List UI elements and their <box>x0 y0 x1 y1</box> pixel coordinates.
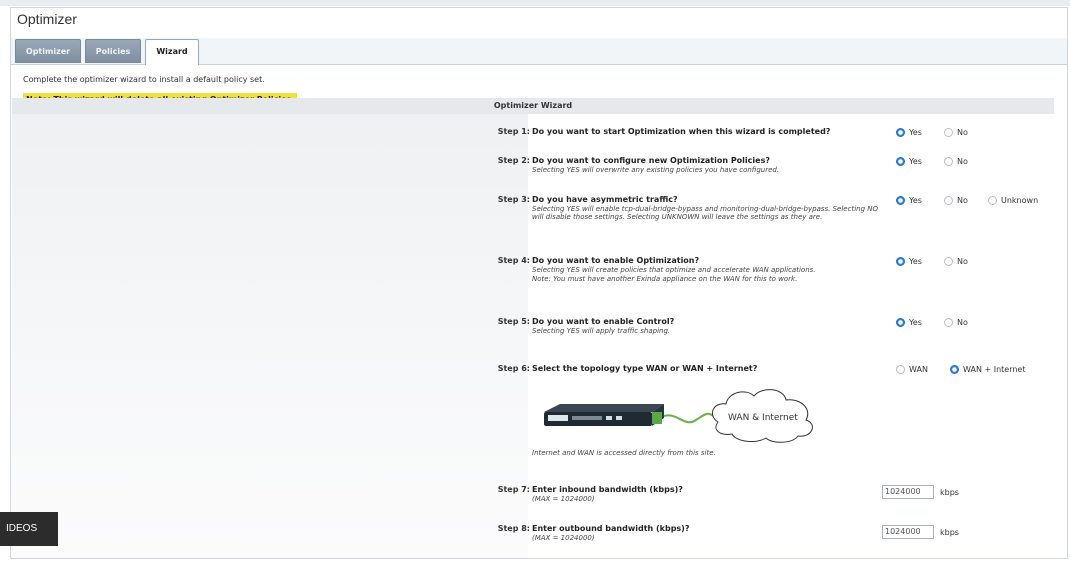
step-3-no-radio[interactable]: No <box>944 196 968 205</box>
radio-selected-icon <box>896 128 905 137</box>
step-3-question: Do you have asymmetric traffic? Selectin… <box>532 195 880 221</box>
step-4-label: Step 4: <box>497 256 530 265</box>
radio-label: Yes <box>909 318 922 327</box>
outbound-bandwidth-input[interactable]: 1024000 <box>882 525 934 539</box>
step-4-no-radio[interactable]: No <box>944 257 968 266</box>
appliance-icon <box>544 404 664 426</box>
step-4-title: Do you want to enable Optimization? <box>532 256 700 265</box>
radio-label: No <box>957 128 968 137</box>
radio-empty-icon <box>944 257 953 266</box>
step-1-label: Step 1: <box>497 127 530 136</box>
link-line <box>663 412 717 424</box>
step-6-wan-radio[interactable]: WAN <box>896 365 928 374</box>
radio-selected-icon <box>896 196 905 205</box>
step-1-title: Do you want to start Optimization when t… <box>532 127 831 136</box>
step-4-note: Note: You must have another Exinda appli… <box>532 275 798 283</box>
step-3-title: Do you have asymmetric traffic? <box>532 195 678 204</box>
step-5-title: Do you want to enable Control? <box>532 317 675 326</box>
step-2-desc: Selecting YES will overwrite any existin… <box>532 166 780 174</box>
step-4-question: Do you want to enable Optimization? Sele… <box>532 256 862 283</box>
radio-empty-icon <box>988 196 997 205</box>
step-5-no-radio[interactable]: No <box>944 318 968 327</box>
step-3-unknown-radio[interactable]: Unknown <box>988 196 1038 205</box>
radio-selected-icon <box>896 157 905 166</box>
radio-empty-icon <box>944 318 953 327</box>
step-7-question: Enter inbound bandwidth (kbps)? (MAX = 1… <box>532 485 880 503</box>
radio-selected-icon <box>896 318 905 327</box>
radio-empty-icon <box>944 196 953 205</box>
intro-text: Complete the optimizer wizard to install… <box>23 75 265 84</box>
step-6-title: Select the topology type WAN or WAN + In… <box>532 364 758 373</box>
step-4-desc: Selecting YES will create policies that … <box>532 266 816 274</box>
outbound-unit: kbps <box>940 528 959 537</box>
step-6-label: Step 6: <box>497 364 530 373</box>
step-7-title: Enter inbound bandwidth (kbps)? <box>532 485 683 494</box>
radio-label: No <box>957 157 968 166</box>
step-2-title: Do you want to configure new Optimizatio… <box>532 156 770 165</box>
top-strip <box>0 0 1070 6</box>
radio-label: No <box>957 257 968 266</box>
radio-empty-icon <box>944 157 953 166</box>
step-5-question: Do you want to enable Control? Selecting… <box>532 317 880 335</box>
tab-optimizer[interactable]: Optimizer <box>15 39 81 63</box>
radio-label: No <box>957 196 968 205</box>
radio-label: WAN + Internet <box>963 365 1026 374</box>
step-8-title: Enter outbound bandwidth (kbps)? <box>532 524 690 533</box>
cloud-label: WAN & Internet <box>728 413 798 423</box>
radio-label: No <box>957 318 968 327</box>
step-8-question: Enter outbound bandwidth (kbps)? (MAX = … <box>532 524 880 542</box>
inbound-bandwidth-input[interactable]: 1024000 <box>882 485 934 499</box>
step-1-no-radio[interactable]: No <box>944 128 968 137</box>
page-title: Optimizer <box>17 11 77 27</box>
videos-overlay-button[interactable]: IDEOS <box>0 512 58 546</box>
inbound-unit: kbps <box>940 488 959 497</box>
tab-policies[interactable]: Policies <box>85 39 141 63</box>
radio-label: WAN <box>909 365 928 374</box>
step-3-yes-radio[interactable]: Yes <box>896 196 922 205</box>
step-1-question: Do you want to start Optimization when t… <box>532 127 880 136</box>
radio-label: Yes <box>909 196 922 205</box>
left-spacer-column <box>12 98 528 558</box>
radio-label: Unknown <box>1001 196 1039 205</box>
step-8-desc: (MAX = 1024000) <box>532 534 595 542</box>
step-3-desc: Selecting YES will enable tcp-dual-bridg… <box>532 205 878 221</box>
step-2-no-radio[interactable]: No <box>944 157 968 166</box>
radio-empty-icon <box>944 128 953 137</box>
step-1-yes-radio[interactable]: Yes <box>896 128 922 137</box>
step-6-question: Select the topology type WAN or WAN + In… <box>532 364 880 373</box>
radio-label: Yes <box>909 257 922 266</box>
radio-label: Yes <box>909 128 922 137</box>
radio-label: Yes <box>909 157 922 166</box>
tab-wizard[interactable]: Wizard <box>145 39 199 65</box>
step-5-label: Step 5: <box>497 317 530 326</box>
step-5-desc: Selecting YES will apply traffic shaping… <box>532 327 671 335</box>
step-7-desc: (MAX = 1024000) <box>532 495 595 503</box>
step-2-yes-radio[interactable]: Yes <box>896 157 922 166</box>
step-2-label: Step 2: <box>497 156 530 165</box>
topology-caption: Internet and WAN is accessed directly fr… <box>532 449 716 457</box>
step-8-label: Step 8: <box>497 524 530 533</box>
step-4-yes-radio[interactable]: Yes <box>896 257 922 266</box>
wizard-header: Optimizer Wizard <box>12 98 1054 114</box>
step-2-question: Do you want to configure new Optimizatio… <box>532 156 880 174</box>
radio-selected-icon <box>950 365 959 374</box>
step-6-wan-internet-radio[interactable]: WAN + Internet <box>950 365 1025 374</box>
radio-empty-icon <box>896 365 905 374</box>
step-3-label: Step 3: <box>497 195 530 204</box>
radio-selected-icon <box>896 257 905 266</box>
step-7-label: Step 7: <box>497 485 530 494</box>
step-5-yes-radio[interactable]: Yes <box>896 318 922 327</box>
